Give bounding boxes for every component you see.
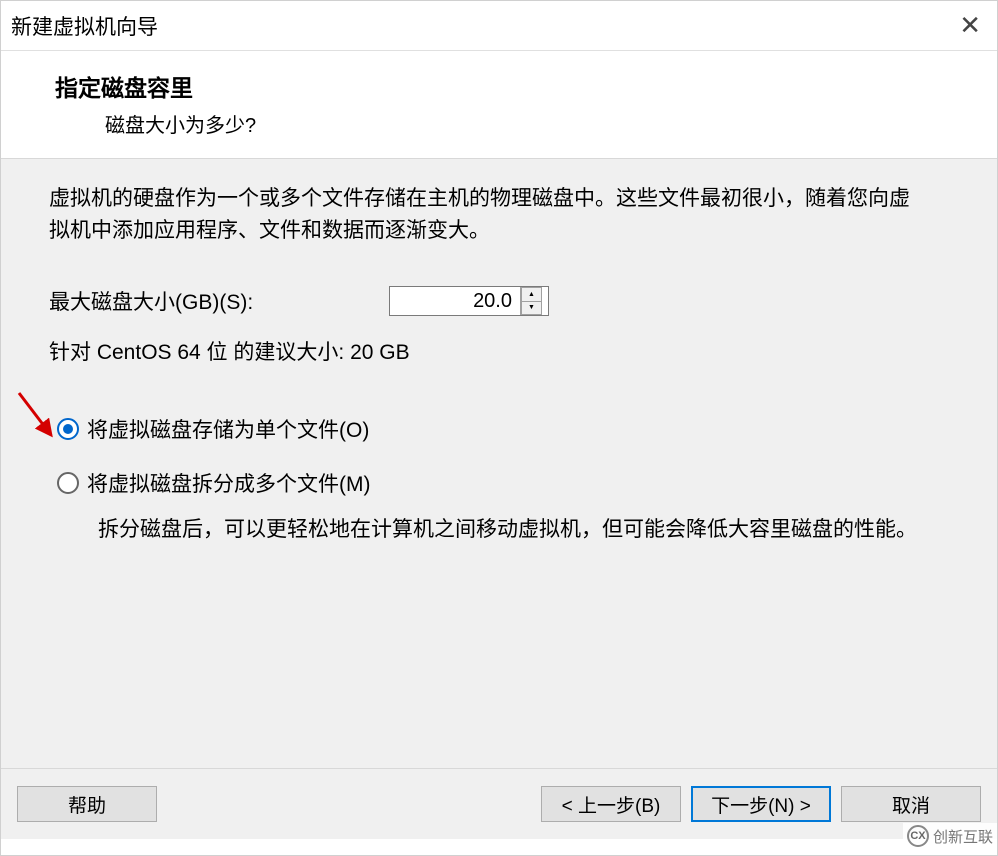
- watermark-logo-icon: CX: [907, 825, 929, 847]
- spinner-up-icon[interactable]: ▲: [521, 287, 542, 301]
- disk-size-row: 最大磁盘大小(GB)(S): ▲ ▼: [49, 286, 949, 316]
- window-title: 新建虚拟机向导: [11, 11, 158, 41]
- disk-size-spinner[interactable]: ▲ ▼: [389, 286, 549, 316]
- back-button[interactable]: < 上一步(B): [541, 786, 681, 822]
- titlebar: 新建虚拟机向导 ✕: [1, 1, 997, 51]
- next-button[interactable]: 下一步(N) >: [691, 786, 831, 822]
- radio-single-file[interactable]: 将虚拟磁盘存储为单个文件(O): [57, 414, 949, 444]
- watermark: CX 创新互联: [903, 823, 997, 849]
- radio-unselected-icon: [57, 472, 79, 494]
- disk-storage-radio-group: 将虚拟磁盘存储为单个文件(O) 将虚拟磁盘拆分成多个文件(M) 拆分磁盘后，可以…: [49, 414, 949, 546]
- radio-single-file-label: 将虚拟磁盘存储为单个文件(O): [87, 414, 369, 444]
- page-subtitle: 磁盘大小为多少?: [105, 109, 943, 138]
- wizard-body: 虚拟机的硬盘作为一个或多个文件存储在主机的物理磁盘中。这些文件最初很小，随着您向…: [1, 159, 997, 769]
- radio-split-files[interactable]: 将虚拟磁盘拆分成多个文件(M): [57, 468, 949, 498]
- watermark-text: 创新互联: [933, 826, 993, 847]
- cancel-button[interactable]: 取消: [841, 786, 981, 822]
- page-heading: 指定磁盘容里: [55, 69, 943, 103]
- disk-size-input[interactable]: [390, 287, 520, 315]
- spinner-down-icon[interactable]: ▼: [521, 301, 542, 316]
- radio-split-files-desc: 拆分磁盘后，可以更轻松地在计算机之间移动虚拟机，但可能会降低大容里磁盘的性能。: [98, 514, 948, 546]
- recommended-size-text: 针对 CentOS 64 位 的建议大小: 20 GB: [49, 336, 949, 366]
- disk-size-label: 最大磁盘大小(GB)(S):: [49, 286, 389, 316]
- wizard-header: 指定磁盘容里 磁盘大小为多少?: [1, 51, 997, 159]
- radio-selected-icon: [57, 418, 79, 440]
- help-button[interactable]: 帮助: [17, 786, 157, 822]
- intro-text: 虚拟机的硬盘作为一个或多个文件存储在主机的物理磁盘中。这些文件最初很小，随着您向…: [49, 183, 929, 246]
- close-icon[interactable]: ✕: [953, 10, 987, 41]
- radio-split-files-label: 将虚拟磁盘拆分成多个文件(M): [87, 468, 370, 498]
- wizard-footer: 帮助 < 上一步(B) 下一步(N) > 取消: [1, 769, 997, 839]
- annotation-arrow-icon: [15, 389, 59, 445]
